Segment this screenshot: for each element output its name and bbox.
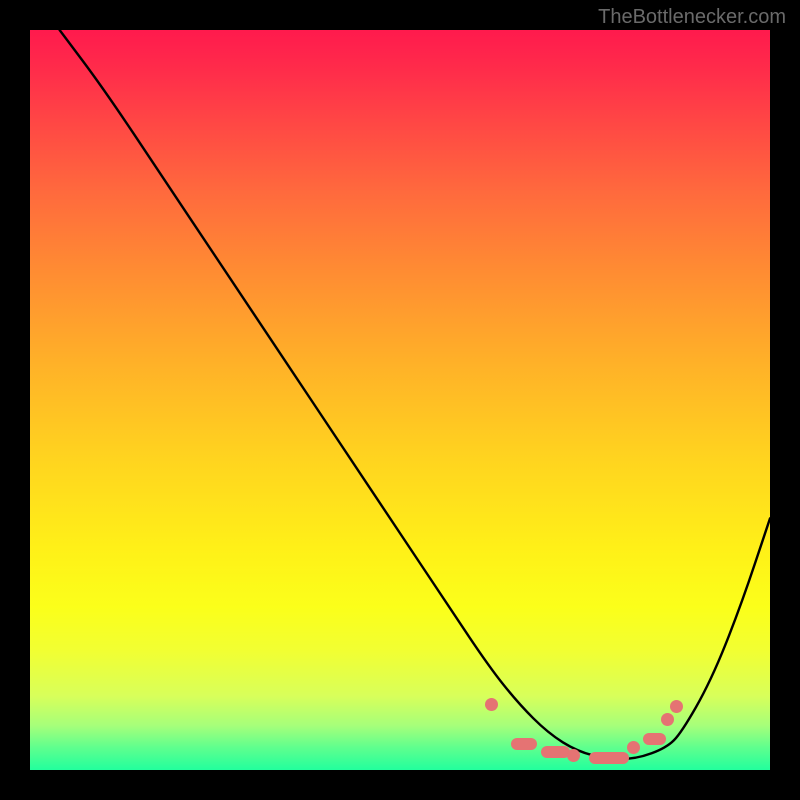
chart-plot-area [30, 30, 770, 770]
attribution-text: TheBottlenecker.com [598, 6, 786, 29]
chart-curve [30, 30, 770, 770]
